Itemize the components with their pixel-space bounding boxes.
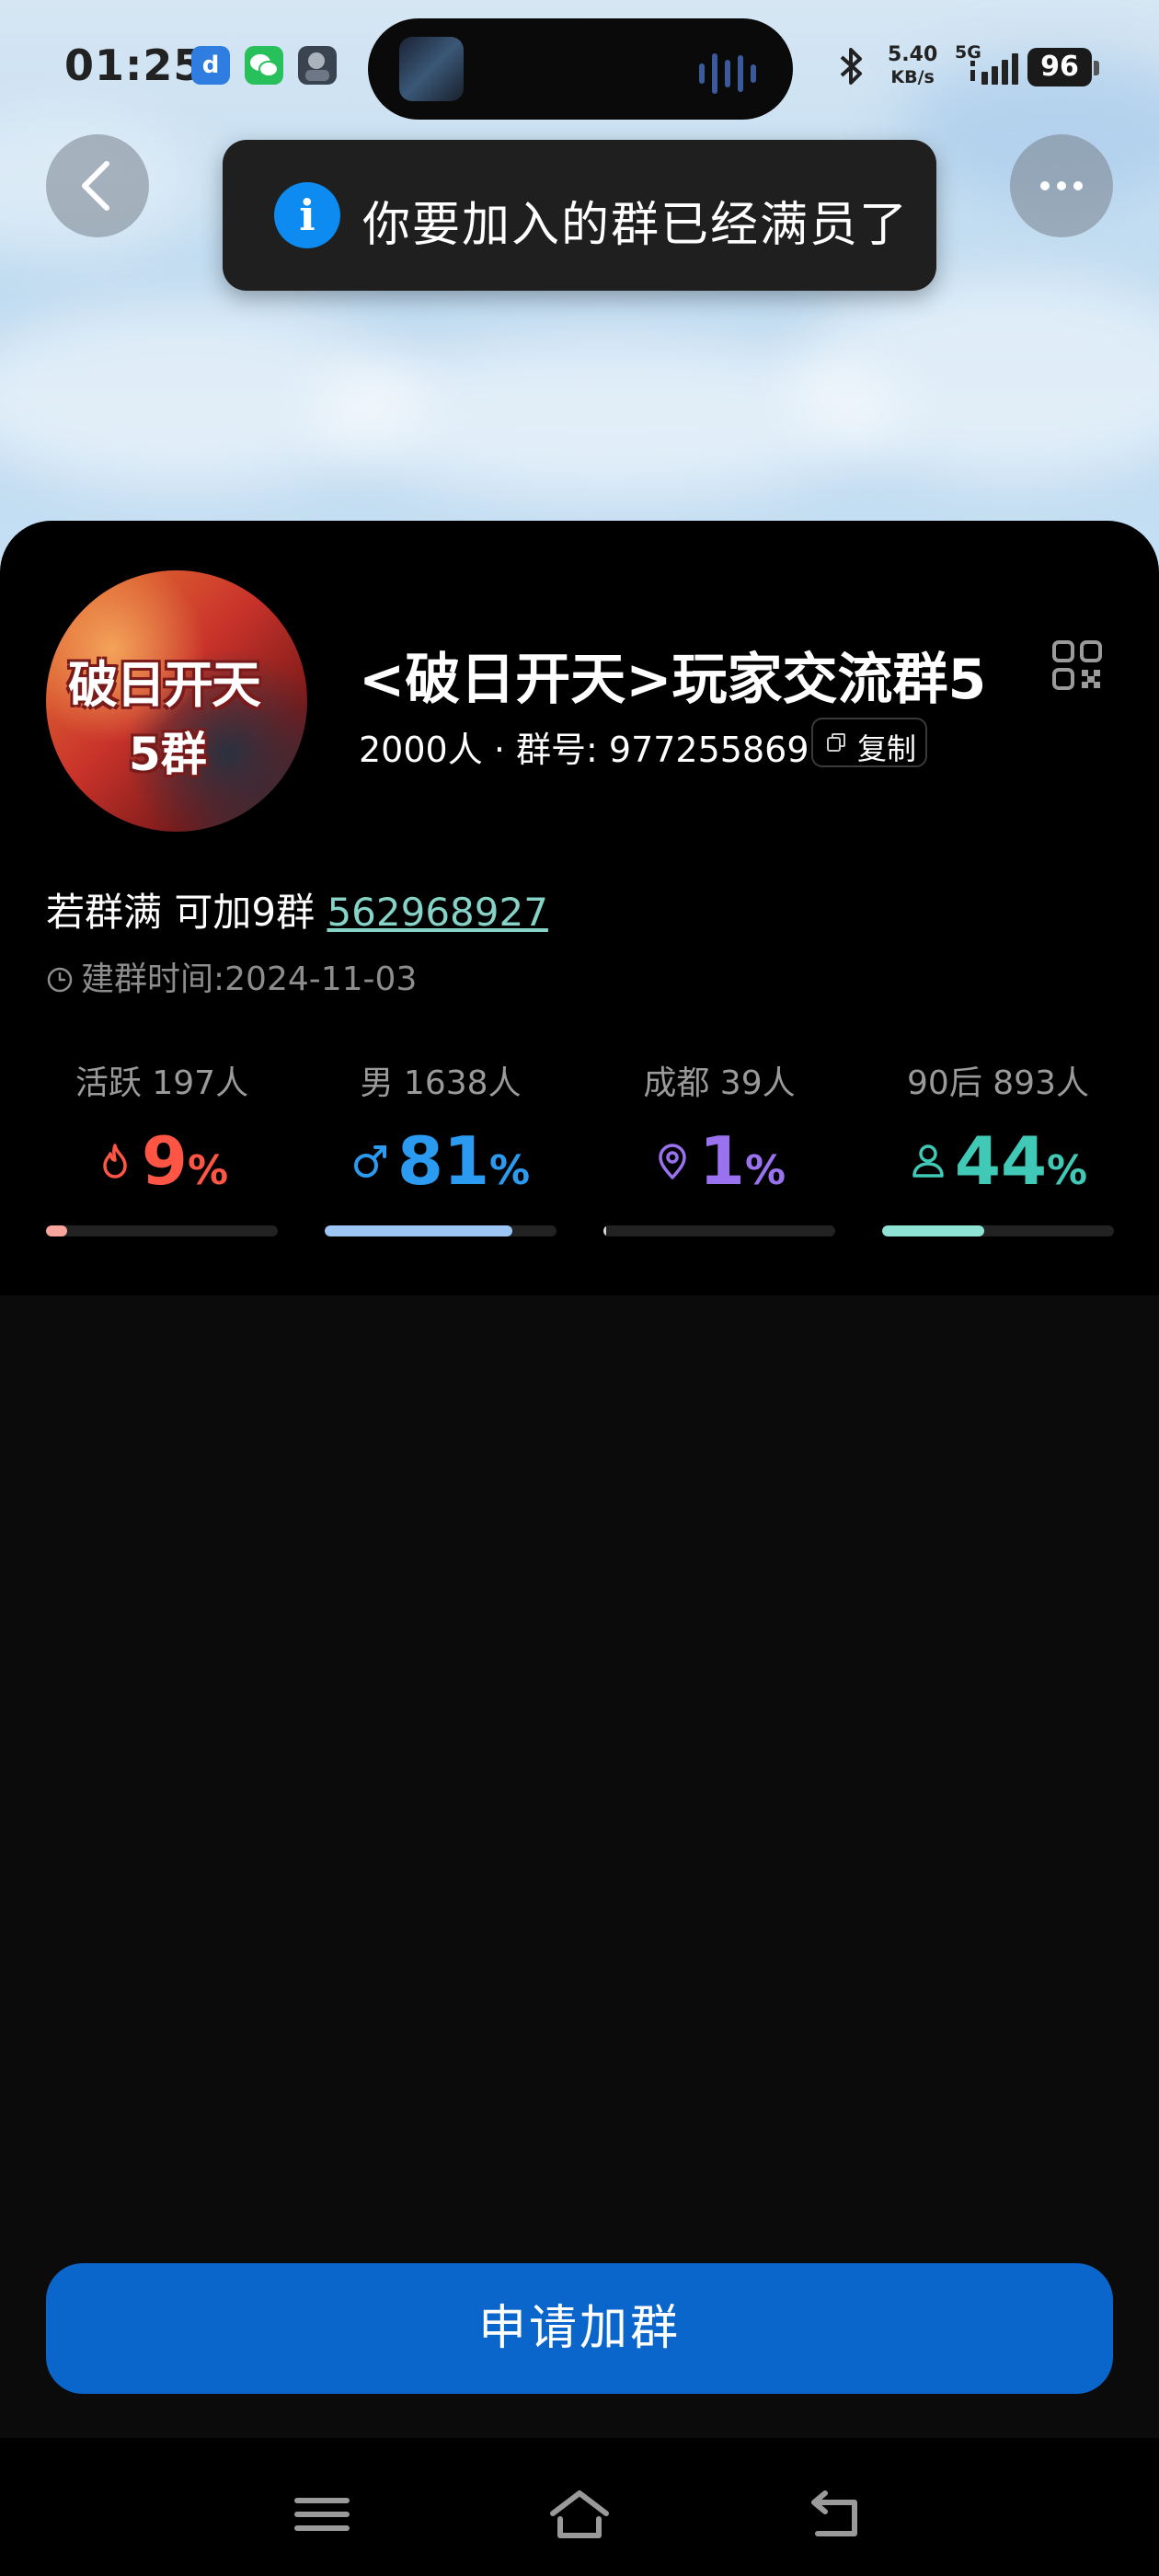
flame-icon bbox=[103, 1144, 127, 1179]
status-bar: 01:25 d 5.40 KB/s 5G 96 bbox=[0, 0, 1159, 138]
group-avatar[interactable]: 破日开天 5群 bbox=[46, 570, 307, 832]
stat-progress-track bbox=[882, 1225, 1114, 1236]
copy-label: 复制 bbox=[857, 731, 917, 766]
game-app-icon bbox=[298, 46, 337, 85]
more-dots-icon bbox=[1040, 181, 1083, 190]
dynamic-island[interactable] bbox=[368, 18, 793, 120]
group-number-label: 群号: bbox=[516, 730, 598, 770]
stat-number: 44 bbox=[954, 1122, 1048, 1200]
bluetooth-icon bbox=[840, 48, 862, 85]
stat-label: 90后 893人 bbox=[907, 1064, 1089, 1102]
group-meta: 2000人 · 群号: 977255869 bbox=[359, 721, 809, 772]
stat-percent: % bbox=[1047, 1147, 1088, 1194]
stat-progress-track bbox=[325, 1225, 557, 1236]
stat-percent: % bbox=[188, 1147, 229, 1194]
group-note: 若群满 可加9群 562968927 bbox=[46, 881, 548, 937]
stat-progress-track bbox=[603, 1225, 835, 1236]
now-playing-artwork bbox=[399, 37, 464, 101]
home-icon[interactable] bbox=[547, 2488, 612, 2541]
backup-group-link[interactable]: 562968927 bbox=[327, 890, 548, 935]
stat-label: 活跃 197人 bbox=[75, 1064, 249, 1102]
stat-progress-track bbox=[46, 1225, 278, 1236]
system-status: 5.40 KB/s 5G 96 bbox=[832, 39, 1108, 94]
battery-tip bbox=[1094, 61, 1099, 75]
wechat-icon bbox=[245, 46, 283, 85]
back-nav-icon[interactable] bbox=[805, 2488, 869, 2541]
created-label: 建群时间: bbox=[81, 960, 225, 998]
back-button[interactable] bbox=[46, 134, 149, 237]
stat-number: 9 bbox=[141, 1122, 188, 1200]
clock-icon bbox=[47, 967, 73, 993]
download-app-icon: d bbox=[191, 46, 230, 85]
join-group-button[interactable]: 申请加群 bbox=[46, 2263, 1113, 2394]
stat-value: 44% bbox=[882, 1122, 1114, 1200]
stat-progress-fill bbox=[882, 1225, 984, 1236]
stat-label: 男 1638人 bbox=[360, 1064, 522, 1102]
male-icon bbox=[353, 1145, 386, 1178]
created-date: 建群时间:2024-11-03 bbox=[46, 952, 417, 1000]
stat-progress-fill bbox=[46, 1225, 67, 1236]
stat-label: 成都 39人 bbox=[643, 1064, 796, 1102]
stat-number: 1 bbox=[698, 1122, 745, 1200]
person-icon bbox=[912, 1144, 944, 1178]
menu-icon[interactable] bbox=[290, 2488, 354, 2541]
avatar-subtitle: 5群 bbox=[129, 728, 207, 781]
stat-progress-fill bbox=[325, 1225, 513, 1236]
info-icon: i bbox=[274, 182, 340, 248]
stat-number: 81 bbox=[396, 1122, 490, 1200]
group-number: 977255869 bbox=[608, 730, 809, 770]
stat-value: 9% bbox=[46, 1122, 278, 1200]
more-button[interactable] bbox=[1010, 134, 1113, 237]
network-speed: 5.40 KB/s bbox=[888, 43, 938, 88]
created-value: 2024-11-03 bbox=[224, 960, 418, 998]
meta-separator: · bbox=[493, 730, 505, 770]
stat-value: 81% bbox=[325, 1122, 557, 1200]
battery-level: 96 bbox=[1027, 48, 1092, 86]
group-name: <破日开天>玩家交流群5 bbox=[359, 648, 987, 712]
stat-percent: % bbox=[489, 1147, 531, 1194]
copy-button[interactable]: 复制 bbox=[811, 718, 927, 767]
toast-message: 你要加入的群已经满员了 bbox=[362, 198, 910, 253]
location-pin-icon bbox=[659, 1144, 686, 1179]
avatar-title: 破日开天 bbox=[68, 656, 261, 714]
member-count: 2000人 bbox=[359, 730, 483, 770]
note-text: 若群满 可加9群 bbox=[46, 890, 327, 935]
signal-icon bbox=[970, 53, 1018, 85]
stat-value: 1% bbox=[603, 1122, 835, 1200]
chevron-left-icon bbox=[82, 161, 109, 211]
toast-notification: i 你要加入的群已经满员了 bbox=[223, 140, 936, 291]
qr-code-icon[interactable] bbox=[1050, 638, 1104, 692]
status-time: 01:25 bbox=[64, 40, 204, 90]
copy-icon bbox=[827, 733, 845, 752]
audio-wave-icon bbox=[699, 53, 756, 94]
notification-icons: d bbox=[191, 46, 337, 85]
system-navigation-bar bbox=[0, 2438, 1159, 2576]
stat-percent: % bbox=[745, 1147, 786, 1194]
